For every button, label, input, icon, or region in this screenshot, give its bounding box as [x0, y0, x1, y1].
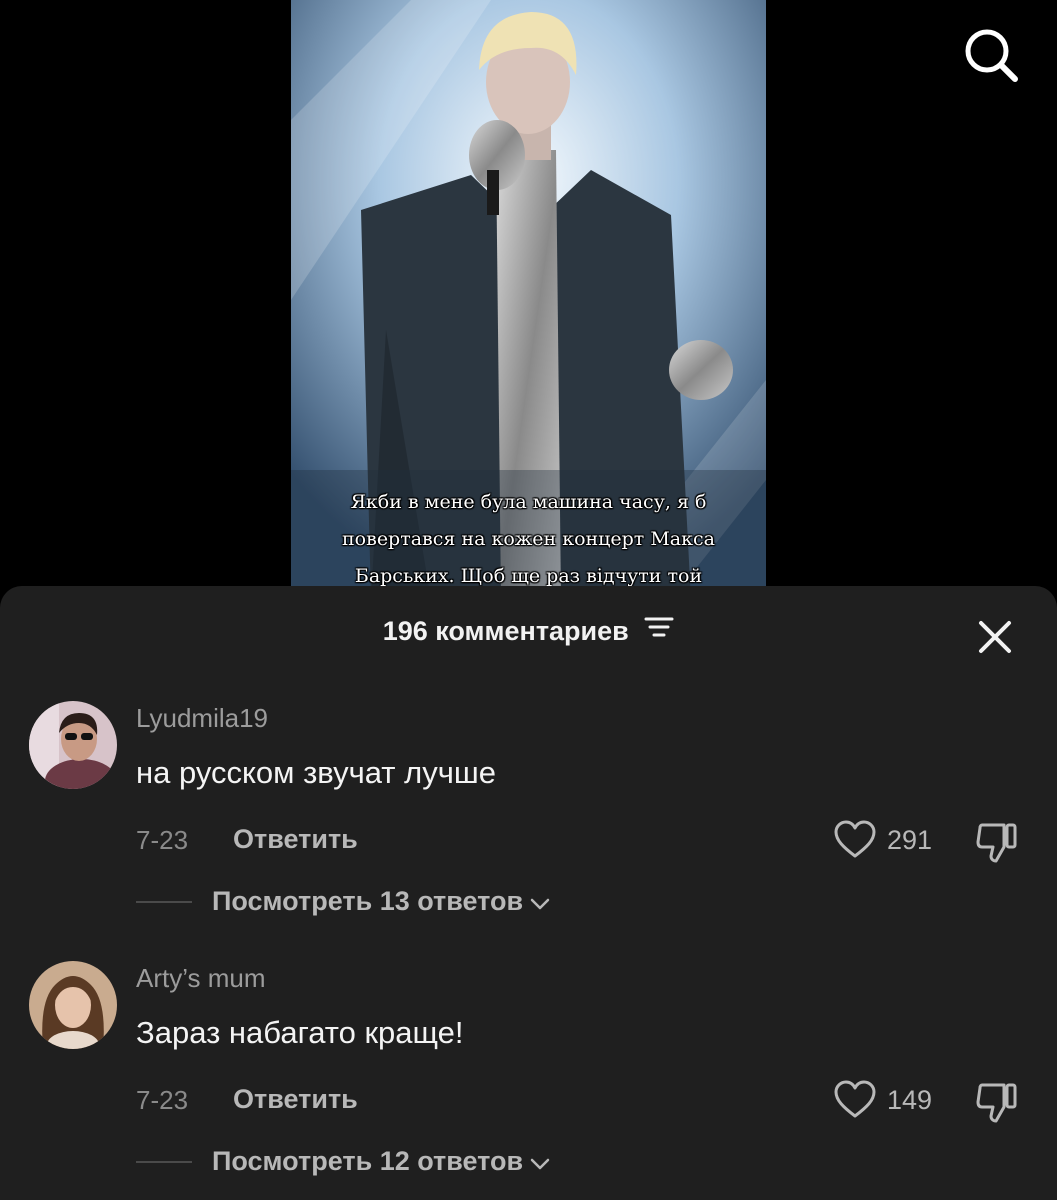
search-icon	[965, 29, 1018, 82]
view-replies-label: Посмотреть 12 ответов	[212, 1146, 524, 1176]
comments-title-row: 196 комментариев	[0, 616, 1057, 647]
subtitle-line: повертався на кожен концерт Макса	[342, 528, 715, 550]
comment-date: 7-23	[136, 825, 189, 855]
like-count: 291	[887, 824, 933, 855]
view-replies-label: Посмотреть 13 ответов	[212, 886, 524, 916]
sort-lines-icon[interactable]	[644, 615, 674, 646]
reply-button[interactable]: Ответить	[233, 1084, 358, 1115]
dislike-button[interactable]	[974, 819, 1020, 865]
heart-icon	[834, 820, 876, 858]
thumbs-down-icon	[976, 1083, 1017, 1123]
like-count: 149	[887, 1084, 933, 1115]
comment-text: Зараз набагато краще!	[136, 1015, 464, 1050]
video-player[interactable]: Якби в мене була машина часу, я б поверт…	[291, 0, 766, 600]
avatar[interactable]	[29, 961, 117, 1049]
close-button[interactable]	[974, 616, 1016, 658]
view-replies-button[interactable]: Посмотреть 13 ответов	[136, 886, 551, 917]
video-subtitle: Якби в мене була машина часу, я б поверт…	[331, 484, 726, 595]
comment-date: 7-23	[136, 1085, 189, 1115]
reply-button[interactable]: Ответить	[233, 824, 358, 855]
comments-sheet: 196 комментариев Lyudmila19 на русском з…	[0, 586, 1057, 1200]
comments-count-title: 196 комментариев	[382, 616, 629, 646]
comment-username[interactable]: Arty’s mum	[136, 963, 266, 994]
view-replies-button[interactable]: Посмотреть 12 ответов	[136, 1146, 551, 1177]
comment-username[interactable]: Lyudmila19	[136, 703, 268, 734]
avatar[interactable]	[29, 701, 117, 789]
close-icon	[979, 621, 1011, 653]
chevron-down-icon	[530, 898, 550, 909]
like-button[interactable]: 291	[833, 817, 932, 863]
heart-icon	[834, 1080, 876, 1118]
dislike-button[interactable]	[974, 1079, 1020, 1125]
search-button[interactable]	[958, 25, 1024, 85]
thumbs-down-icon	[976, 823, 1017, 863]
comments-header: 196 комментариев	[0, 586, 1057, 686]
tiktok-comments-screen: Якби в мене була машина часу, я б поверт…	[0, 0, 1057, 1200]
subtitle-line: Якби в мене була машина часу, я б	[350, 491, 707, 513]
chevron-down-icon	[530, 1158, 550, 1169]
replies-divider	[136, 900, 192, 903]
replies-divider	[136, 1160, 192, 1163]
comment-text: на русском звучат лучше	[136, 755, 496, 790]
like-button[interactable]: 149	[833, 1077, 932, 1123]
